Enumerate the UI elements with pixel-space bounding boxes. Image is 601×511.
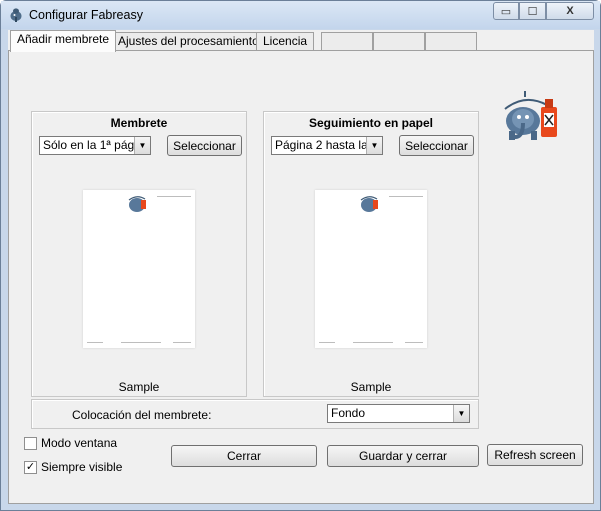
chevron-down-icon[interactable]: ▼ [453,405,469,422]
preview-footer-line [319,342,335,343]
letterhead-preview [83,190,195,348]
window-title: Configurar Fabreasy [29,8,143,22]
letterhead-group: Membrete Sólo en la 1ª página ▼ Seleccio… [31,111,247,397]
preview-logo-icon [360,196,378,212]
window-mode-label: Modo ventana [41,436,118,450]
chevron-down-icon[interactable]: ▼ [134,137,150,154]
letterhead-select-button[interactable]: Seleccionar [167,135,242,156]
tab-empty-2[interactable] [373,32,425,51]
preview-header-line [157,196,191,197]
followup-group: Seguimiento en papel Página 2 hasta la ú… [263,111,479,397]
preview-header-line [389,196,423,197]
followup-preview [315,190,427,348]
placement-group: Colocación del membrete: Fondo ▼ [31,399,479,429]
close-button[interactable]: X [546,2,594,20]
preview-footer-line [87,342,103,343]
refresh-screen-button[interactable]: Refresh screen [487,444,583,466]
preview-footer-line [173,342,191,343]
chevron-down-icon[interactable]: ▼ [366,137,382,154]
followup-title: Seguimiento en papel [308,116,434,130]
placement-value: Fondo [331,406,366,420]
app-window: Configurar Fabreasy ▭ ☐ X Añadir membret… [0,0,601,511]
preview-footer-line [121,342,161,343]
letterhead-pages-select[interactable]: Sólo en la 1ª página ▼ [39,136,151,155]
placement-label: Colocación del membrete: [72,408,212,422]
close-dialog-button[interactable]: Cerrar [171,445,317,467]
followup-select-button[interactable]: Seleccionar [399,135,474,156]
always-visible-checkbox[interactable]: ✓ [24,461,37,474]
close-icon: X [566,5,574,17]
letterhead-sample-caption: Sample [118,380,160,394]
title-bar[interactable]: Configurar Fabreasy ▭ ☐ X [1,1,600,29]
tab-strip: Añadir membrete Ajustes del procesamient… [8,30,594,52]
save-and-close-button[interactable]: Guardar y cerrar [327,445,479,467]
elephant-mascot-icon [504,91,557,140]
elephant-icon [10,8,22,22]
followup-pages-select[interactable]: Página 2 hasta la última ▼ [271,136,383,155]
maximize-icon: ☐ [527,5,538,18]
minimize-icon: ▭ [500,5,512,18]
window-mode-checkbox[interactable] [24,437,37,450]
tab-license[interactable]: Licencia [256,32,315,51]
tab-panel: Membrete Sólo en la 1ª página ▼ Seleccio… [8,50,594,504]
client-area: Añadir membrete Ajustes del procesamient… [8,30,594,504]
preview-footer-line [405,342,423,343]
maximize-button[interactable]: ☐ [519,2,546,20]
letterhead-title: Membrete [110,116,168,130]
preview-footer-line [353,342,393,343]
tab-processing-settings[interactable]: Ajustes del procesamiento [111,32,266,51]
preview-logo-icon [128,196,146,212]
placement-select[interactable]: Fondo ▼ [327,404,470,423]
followup-sample-caption: Sample [350,380,392,394]
tab-empty-1[interactable] [321,32,373,51]
tab-empty-3[interactable] [425,32,477,51]
tab-add-letterhead[interactable]: Añadir membrete [10,30,117,52]
always-visible-label: Siempre visible [41,460,123,474]
minimize-button[interactable]: ▭ [493,2,519,20]
